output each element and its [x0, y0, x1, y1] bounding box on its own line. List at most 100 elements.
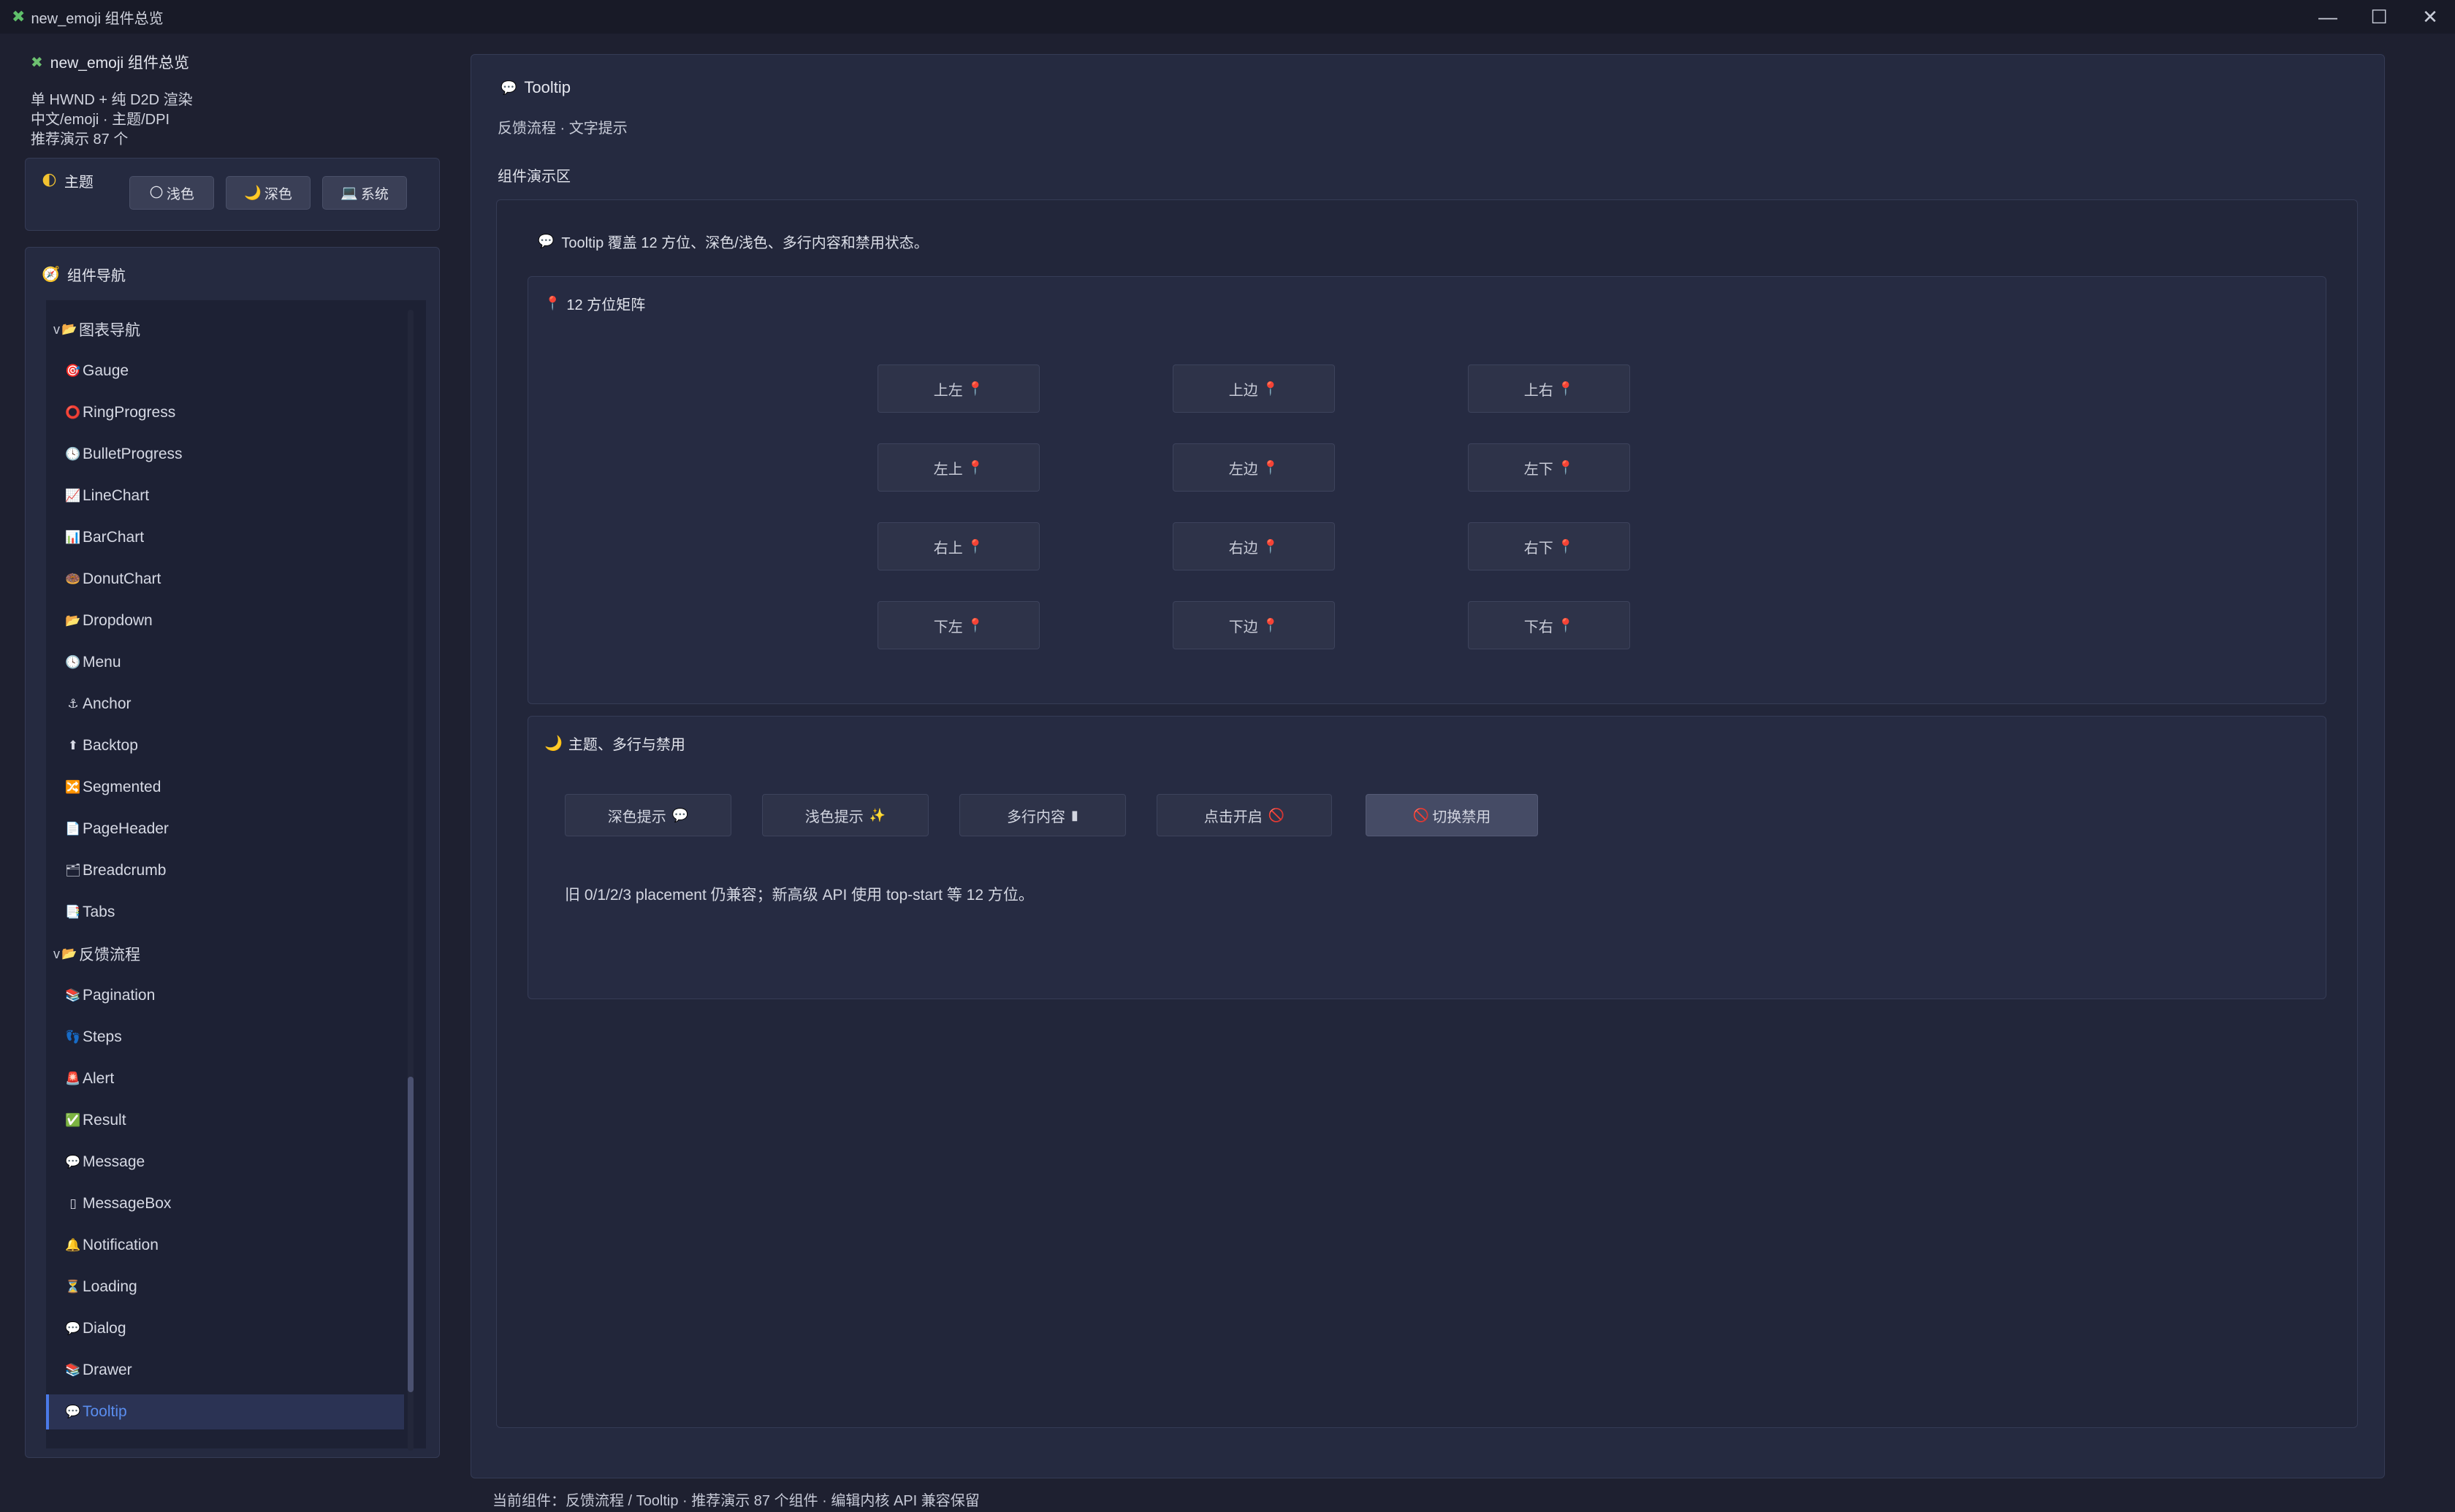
nav-item-label: LineChart	[83, 487, 150, 504]
maximize-button[interactable]: ☐	[2354, 0, 2404, 34]
nav-item-icon: 🕓	[65, 447, 81, 461]
nav-item[interactable]: ⏳ Loading	[46, 1269, 404, 1305]
placement-matrix-panel: 📍 12 方位矩阵 上左 📍 上边 📍 上右 📍 左上 📍 左边 📍 左下 📍 右上 📍 右边 📍 右下 📍 下左 📍…	[528, 276, 2326, 704]
nav-group[interactable]: v 📂 反馈流程	[46, 936, 404, 971]
nav-item[interactable]: ✅ Result	[46, 1103, 404, 1138]
compat-note: 旧 0/1/2/3 placement 仍兼容；新高级 API 使用 top-s…	[565, 887, 1034, 904]
placement-label: 右下	[1523, 540, 1553, 557]
nav-item-label: Menu	[83, 654, 121, 671]
placement-button[interactable]: 左上 📍	[878, 443, 1040, 492]
nav-item[interactable]: 👣 Steps	[46, 1020, 404, 1055]
nav-item-icon: 👣	[65, 1030, 81, 1044]
button-icon: ▮	[1071, 807, 1078, 822]
nav-item[interactable]: ▯ MessageBox	[46, 1186, 404, 1221]
nav-item[interactable]: 💬 Dialog	[46, 1311, 404, 1346]
nav-item[interactable]: 🕓 BulletProgress	[46, 437, 404, 472]
placement-label: 左边	[1228, 461, 1258, 478]
nav-item-icon: 🎯	[65, 364, 81, 378]
nav-item[interactable]: 📈 LineChart	[46, 478, 404, 513]
button-label: 深色提示	[607, 809, 666, 825]
placement-button[interactable]: 上右 📍	[1468, 364, 1630, 413]
nav-item[interactable]: 📚 Drawer	[46, 1353, 404, 1388]
nav-tree[interactable]: v 📂 图表导航 🎯 Gauge ⭕ RingProgress 🕓 BulletProgress…	[46, 300, 426, 1448]
pin-icon: 📍	[1557, 459, 1575, 475]
placement-button[interactable]: 下边 📍	[1173, 601, 1335, 649]
nav-item[interactable]: ⚓ Anchor	[46, 687, 404, 722]
speech-bubble-icon: 💬	[500, 80, 517, 95]
button-icon: 💬	[671, 807, 689, 822]
info-line: 推荐演示 87 个	[31, 131, 129, 148]
nav-scrollbar[interactable]	[408, 310, 414, 1451]
nav-item-icon: ▯	[69, 1196, 77, 1210]
sidebar-header: ✖ new_emoji 组件总览	[31, 51, 189, 73]
chevron-down-icon[interactable]: v	[53, 322, 60, 337]
nav-item-icon: 📊	[65, 530, 81, 544]
nav-item-label: PageHeader	[83, 820, 169, 837]
nav-item[interactable]: 💬 Message	[46, 1145, 404, 1180]
nav-item-label: Anchor	[83, 695, 132, 712]
nav-item-icon: 💬	[65, 1321, 81, 1335]
nav-item-label: Segmented	[83, 779, 161, 795]
button-label: 点击开启	[1203, 809, 1263, 825]
nav-item[interactable]: 📑 Tabs	[46, 895, 404, 930]
placement-button[interactable]: 下左 📍	[878, 601, 1040, 649]
scrollbar-thumb[interactable]	[408, 1077, 414, 1392]
theme-dark-button[interactable]: 🌙 深色	[226, 176, 311, 210]
demo-intro: 💬 Tooltip 覆盖 12 方位、深色/浅色、多行内容和禁用状态。	[538, 234, 929, 251]
tooltip-demo-button[interactable]: 浅色提示 ✨	[762, 794, 929, 836]
theme-label: 🌓 主题	[42, 173, 94, 191]
theme-system-button[interactable]: 💻 系统	[322, 176, 407, 210]
tooltip-demo-button[interactable]: 🚫 切换禁用	[1366, 794, 1538, 836]
nav-item[interactable]: 📊 BarChart	[46, 520, 404, 555]
app-icon: ✖	[12, 7, 26, 26]
nav-item-icon: ⭕	[65, 405, 81, 419]
nav-item-icon: 📂	[61, 947, 77, 961]
nav-item-label: BulletProgress	[83, 446, 183, 462]
placement-label: 下右	[1523, 619, 1553, 635]
nav-item[interactable]: 💬 Tooltip	[46, 1394, 404, 1429]
placement-button[interactable]: 下右 📍	[1468, 601, 1630, 649]
nav-item[interactable]: 🕓 Menu	[46, 645, 404, 680]
nav-item[interactable]: 📚 Pagination	[46, 978, 404, 1013]
minimize-button[interactable]: —	[2303, 0, 2353, 34]
demo-area: 💬 Tooltip 覆盖 12 方位、深色/浅色、多行内容和禁用状态。 📍 12…	[496, 199, 2358, 1428]
section-title: 🌙 主题、多行与禁用	[544, 736, 685, 753]
nav-item[interactable]: 🔔 Notification	[46, 1228, 404, 1263]
nav-item[interactable]: 📄 PageHeader	[46, 812, 404, 847]
placement-label: 左上	[933, 461, 963, 478]
placement-button[interactable]: 上边 📍	[1173, 364, 1335, 413]
placement-label: 左下	[1523, 461, 1553, 478]
sun-icon: 🌕	[149, 185, 164, 201]
nav-item[interactable]: ⭕ RingProgress	[46, 395, 404, 430]
chevron-down-icon[interactable]: v	[53, 947, 60, 962]
nav-item[interactable]: 🚨 Alert	[46, 1061, 404, 1096]
nav-item-icon: 📂	[65, 614, 81, 627]
pin-icon: 📍	[1557, 381, 1575, 396]
nav-item-icon: 🕓	[65, 655, 81, 669]
nav-item-label: Gauge	[83, 362, 129, 379]
nav-item[interactable]: 📂 Dropdown	[46, 603, 404, 638]
nav-item-icon: ✅	[65, 1113, 81, 1127]
tooltip-demo-button[interactable]: 深色提示 💬	[565, 794, 731, 836]
nav-item-label: Dialog	[83, 1320, 126, 1337]
nav-group[interactable]: v 📂 图表导航	[46, 312, 404, 347]
placement-button[interactable]: 左边 📍	[1173, 443, 1335, 492]
close-button[interactable]: ✕	[2405, 0, 2455, 34]
nav-item[interactable]: 🍩 DonutChart	[46, 562, 404, 597]
status-bar: 当前组件：反馈流程 / Tooltip · 推荐演示 87 个组件 · 编辑内核…	[492, 1493, 980, 1509]
placement-button[interactable]: 右边 📍	[1173, 522, 1335, 570]
nav-item-label: Tabs	[83, 904, 115, 920]
nav-item[interactable]: ⬆ Backtop	[46, 728, 404, 763]
placement-button[interactable]: 上左 📍	[878, 364, 1040, 413]
placement-button[interactable]: 左下 📍	[1468, 443, 1630, 492]
theme-light-button[interactable]: 🌕 浅色	[129, 176, 214, 210]
nav-item[interactable]: 🎯 Gauge	[46, 354, 404, 389]
title-bar: ✖ new_emoji 组件总览	[0, 0, 2455, 34]
placement-button[interactable]: 右上 📍	[878, 522, 1040, 570]
placement-button[interactable]: 右下 📍	[1468, 522, 1630, 570]
tooltip-demo-button[interactable]: 点击开启 🚫	[1157, 794, 1332, 836]
info-line: 单 HWND + 纯 D2D 渲染	[31, 92, 193, 108]
tooltip-demo-button[interactable]: 多行内容 ▮	[959, 794, 1126, 836]
nav-item[interactable]: 🔀 Segmented	[46, 770, 404, 805]
nav-item[interactable]: 🗂 Breadcrumb	[46, 853, 404, 888]
